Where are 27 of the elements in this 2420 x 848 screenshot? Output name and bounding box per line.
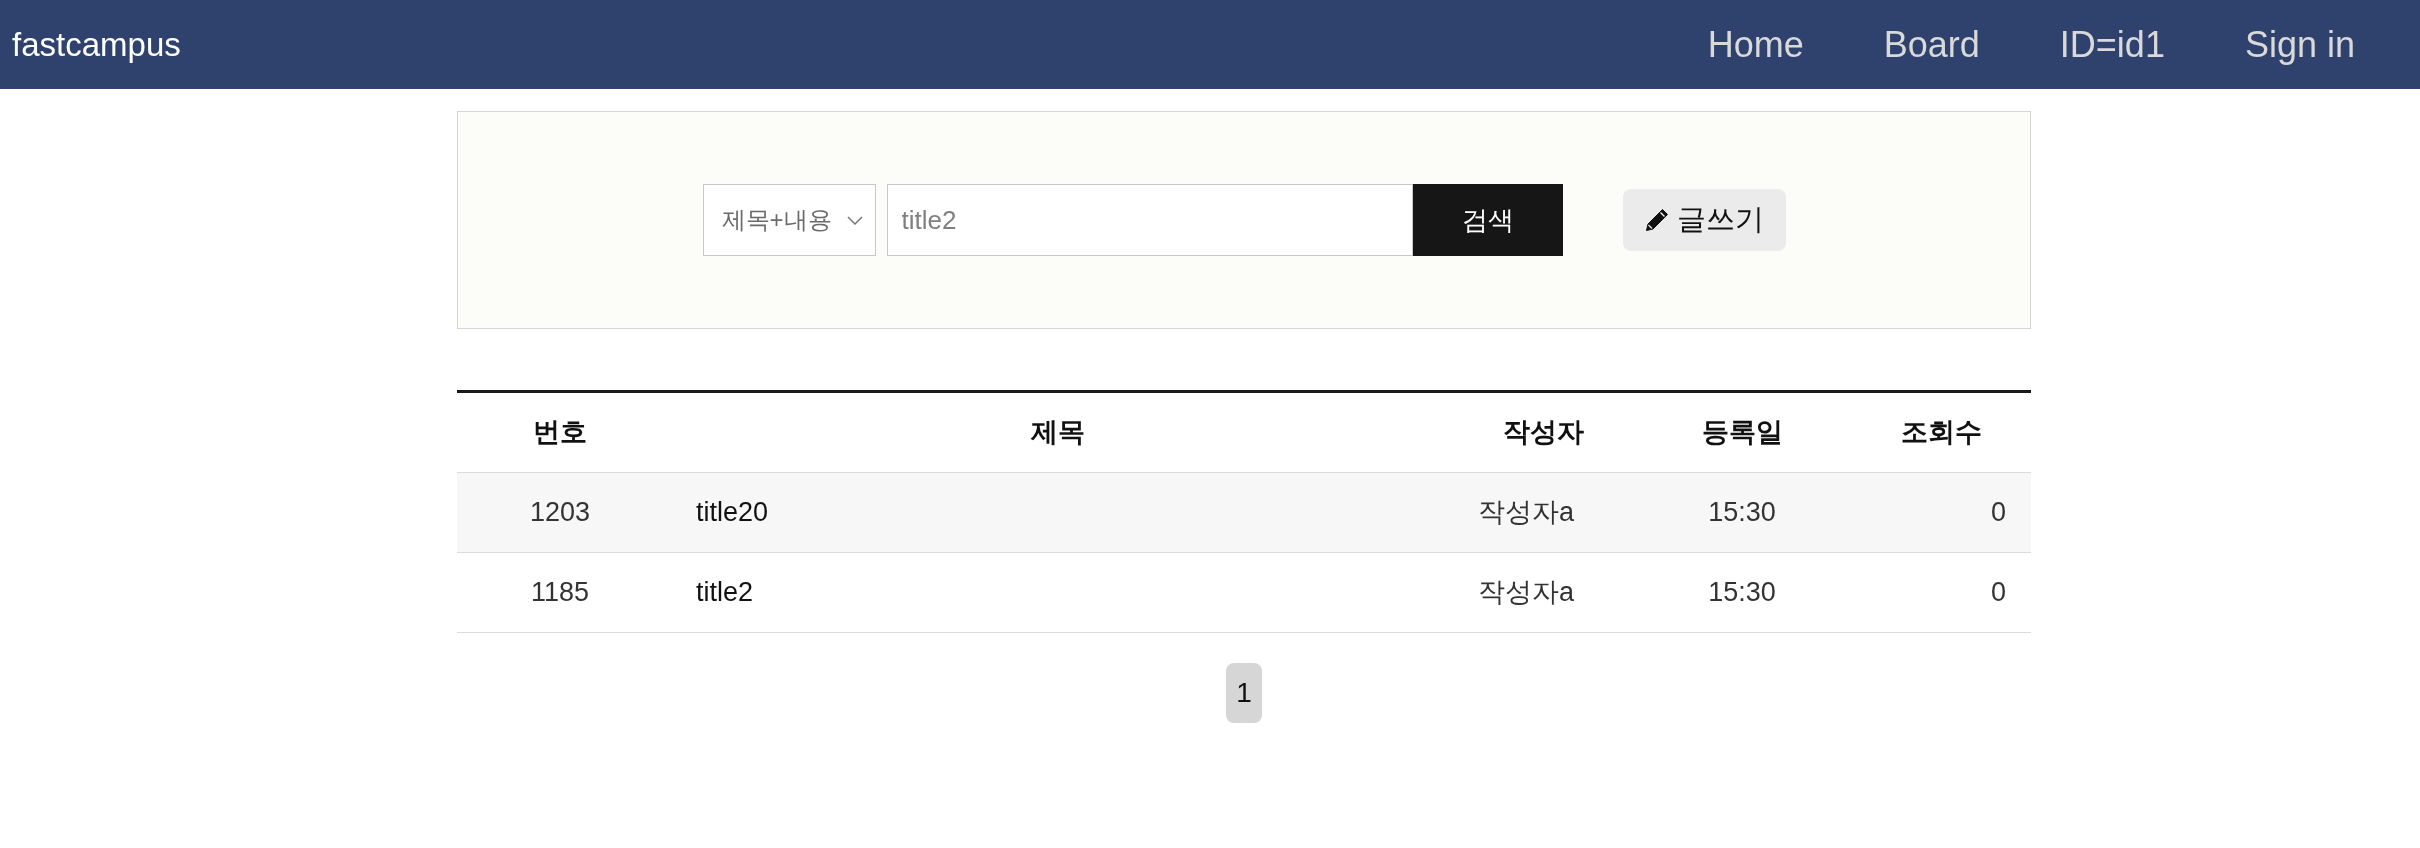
pencil-icon bbox=[1644, 208, 1669, 232]
table-cell: 1203 bbox=[457, 472, 663, 553]
page-button[interactable]: 1 bbox=[1226, 663, 1262, 723]
table-cell: 15:30 bbox=[1600, 472, 1884, 553]
search-button[interactable]: 검색 bbox=[1412, 184, 1563, 256]
table-cell: 0 bbox=[1884, 472, 2031, 553]
table-cell: 작성자a bbox=[1453, 472, 1600, 553]
nav-link[interactable]: Board bbox=[1883, 26, 1980, 63]
title-link[interactable]: title20 bbox=[663, 472, 1453, 553]
write-button[interactable]: 글쓰기 bbox=[1622, 189, 1786, 251]
nav-link[interactable]: ID=id1 bbox=[2059, 26, 2165, 63]
column-header: 제목 bbox=[663, 391, 1453, 473]
chevron-down-icon bbox=[846, 215, 863, 225]
nav-link[interactable]: Sign in bbox=[2244, 26, 2355, 63]
column-header: 번호 bbox=[457, 391, 663, 473]
brand-logo[interactable]: fastcampus bbox=[12, 28, 181, 61]
nav-link[interactable]: Home bbox=[1707, 26, 1804, 63]
table-cell: 작성자a bbox=[1453, 552, 1600, 633]
search-field[interactable]: title2 bbox=[886, 184, 1413, 256]
table-cell: 1185 bbox=[457, 552, 663, 633]
filter-dropdown[interactable]: 제목+내용 bbox=[702, 184, 876, 256]
column-header: 등록일 bbox=[1600, 391, 1884, 473]
column-header: 작성자 bbox=[1453, 391, 1600, 473]
column-header: 조회수 bbox=[1884, 391, 2031, 473]
table-cell: 0 bbox=[1884, 552, 2031, 633]
title-link[interactable]: title2 bbox=[663, 552, 1453, 633]
table-cell: 15:30 bbox=[1600, 552, 1884, 633]
